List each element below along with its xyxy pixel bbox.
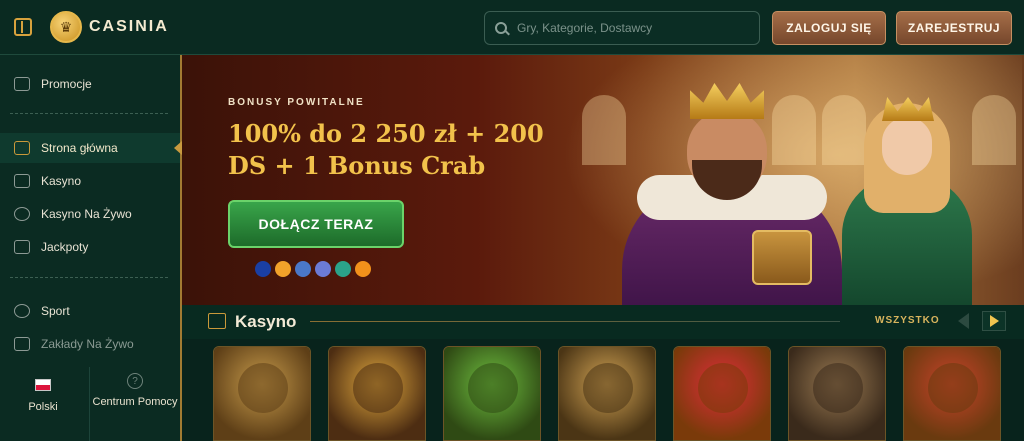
payment-method-icon [295,261,311,277]
queen-illustration [842,75,972,305]
queen-crown-icon [882,97,934,121]
sidebar-item-live-bets[interactable]: Zakłady Na Żywo [0,329,180,359]
arrow-left-icon[interactable] [958,313,969,329]
game-tile[interactable] [673,346,771,441]
game-tile[interactable] [788,346,886,441]
sidebar: Promocje Strona główna Kasyno Kasyno Na … [0,55,182,441]
jackpot-icon [14,240,30,254]
top-header: ♛ CASINIA ZALOGUJ SIĘ ZAREJESTRUJ [0,0,1024,55]
register-button[interactable]: ZAREJESTRUJ [896,11,1012,45]
payment-method-icon [335,261,351,277]
arrow-right-icon[interactable] [982,311,1006,331]
casino-icon [14,174,30,188]
sport-icon [14,304,30,318]
king-crown-icon [690,83,764,119]
game-tile[interactable] [443,346,541,441]
game-character [698,363,748,413]
crown-logo-icon: ♛ [50,11,82,43]
bonus-kicker: BONUSY POWITALNE [228,97,365,108]
menu-toggle-icon[interactable] [14,18,32,36]
sidebar-divider [10,277,168,278]
game-artwork [329,347,425,440]
section-divider [310,321,840,322]
sidebar-item-label: Sport [41,304,70,318]
game-tile[interactable] [903,346,1001,441]
payment-method-icon [255,261,271,277]
sidebar-item-label: Jackpoty [41,240,89,254]
game-character [583,363,633,413]
castle-window [972,95,1016,165]
payment-methods [255,261,371,277]
payment-method-icon [315,261,331,277]
see-all-link[interactable]: WSZYSTKO [875,315,940,326]
sidebar-divider [10,113,168,114]
language-label: Polski [28,401,58,413]
help-center-link[interactable]: ? Centrum Pomocy [89,367,180,441]
sidebar-item-live-casino[interactable]: Kasyno Na Żywo [0,199,180,229]
game-tile[interactable] [328,346,426,441]
treasure-chest-icon [752,230,812,285]
search-icon [495,22,507,34]
search-input[interactable] [517,21,737,35]
payment-method-icon [275,261,291,277]
game-artwork [559,347,655,440]
game-artwork [674,347,770,440]
sidebar-item-sport[interactable]: Sport [0,296,180,326]
sidebar-item-label: Strona główna [41,141,118,155]
game-artwork [904,347,1000,440]
poland-flag-icon [35,379,51,391]
queen-face [882,117,932,175]
live-casino-icon [14,207,30,221]
search-box[interactable] [484,11,760,45]
brand-name: CASINIA [89,18,169,35]
sidebar-item-casino[interactable]: Kasyno [0,166,180,196]
promo-icon [14,77,30,91]
game-character [813,363,863,413]
section-title: Kasyno [235,312,297,331]
login-button[interactable]: ZALOGUJ SIĘ [772,11,886,45]
game-character [928,363,978,413]
game-artwork [789,347,885,440]
game-tile[interactable] [558,346,656,441]
help-label: Centrum Pomocy [92,396,178,408]
join-now-button[interactable]: DOŁĄCZ TERAZ [228,200,404,248]
sidebar-item-label: Kasyno [41,174,82,188]
sidebar-item-label: Zakłady Na Żywo [41,337,134,351]
active-indicator-icon [174,141,182,155]
casino-section-header: Kasyno WSZYSTKO [182,305,1024,339]
welcome-bonus-banner[interactable]: BONUSY POWITALNE 100% do 2 250 zł + 200 … [182,55,1024,305]
sidebar-item-label: Promocje [41,77,92,91]
game-artwork [444,347,540,440]
sidebar-item-home[interactable]: Strona główna [0,133,182,163]
game-character [468,363,518,413]
language-selector[interactable]: Polski [0,367,86,441]
brand-logo[interactable]: ♛ CASINIA [50,11,169,43]
game-character [238,363,288,413]
game-tile[interactable] [213,346,311,441]
sidebar-item-promotions[interactable]: Promocje [0,69,180,99]
payment-method-icon [355,261,371,277]
sidebar-item-jackpots[interactable]: Jackpoty [0,232,180,262]
game-carousel [213,346,1024,441]
live-bets-icon [14,337,30,351]
game-character [353,363,403,413]
casino-icon [208,313,226,329]
game-artwork [214,347,310,440]
bonus-title: 100% do 2 250 zł + 200 DS + 1 Bonus Crab [228,119,544,180]
sidebar-item-label: Kasyno Na Żywo [41,207,132,221]
home-icon [14,141,30,155]
question-icon: ? [127,373,143,389]
